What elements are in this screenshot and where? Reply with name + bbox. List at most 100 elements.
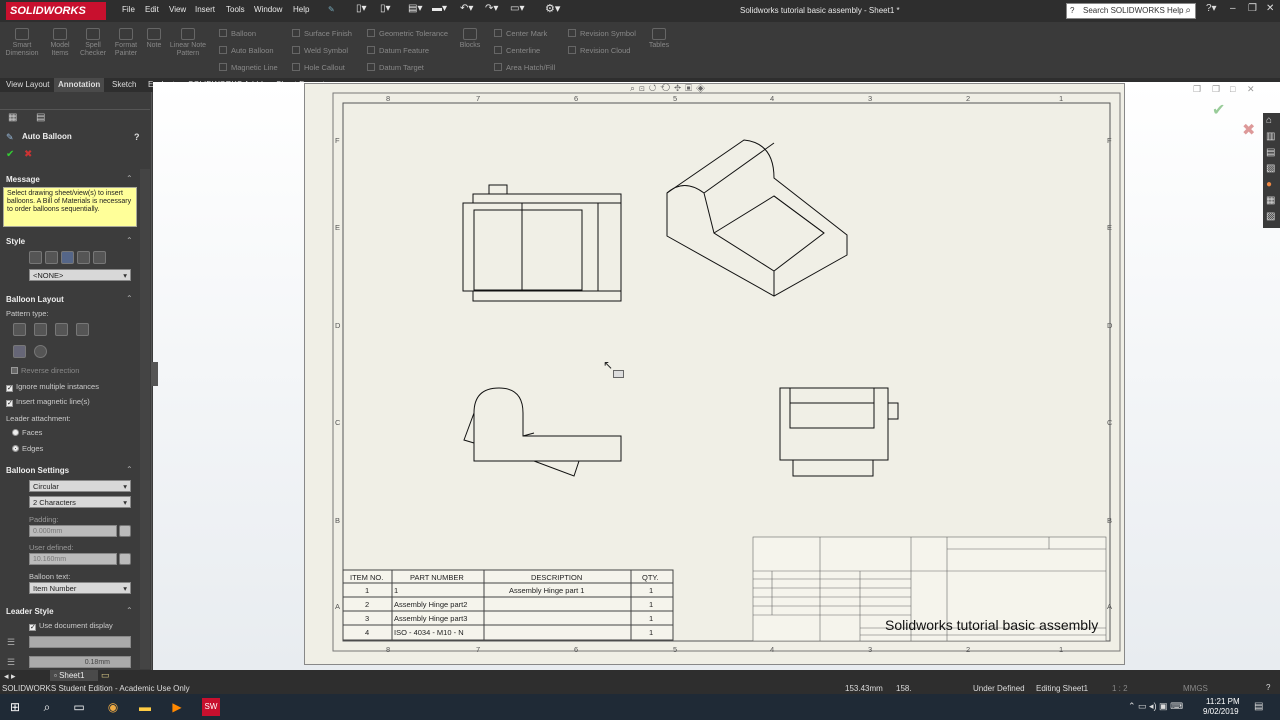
appearances-icon[interactable]: ● — [1266, 179, 1272, 190]
style-select[interactable]: <NONE> — [29, 269, 131, 282]
magnetic-line-button[interactable]: Magnetic Line — [219, 63, 278, 72]
zoom-area-icon[interactable]: ⊡ — [639, 83, 649, 93]
menu-window[interactable]: Window — [254, 5, 282, 14]
menu-help[interactable]: Help — [293, 5, 309, 14]
center-mark-button[interactable]: Center Mark — [494, 29, 547, 38]
ok-check-icon[interactable]: ✔ — [6, 149, 14, 160]
update-style-icon[interactable] — [61, 251, 74, 264]
notifications-icon[interactable]: ▤ — [1254, 701, 1263, 712]
apply-style-icon[interactable] — [29, 251, 42, 264]
collapse-chevron-icon[interactable]: ⌃ — [126, 606, 133, 615]
tab-view-layout[interactable]: View Layout — [2, 78, 53, 92]
bom-table[interactable]: ITEM NO. PART NUMBER DESCRIPTION QTY. 1 … — [342, 569, 674, 641]
panel-collapse-handle[interactable] — [152, 362, 158, 386]
surface-finish-button[interactable]: Surface Finish — [292, 29, 352, 38]
design-library-icon[interactable]: ▤ — [1266, 147, 1275, 158]
menu-edit[interactable]: Edit — [145, 5, 159, 14]
user-defined-input[interactable]: 10.160mm — [29, 553, 117, 565]
top-view[interactable] — [779, 387, 899, 477]
spell-checker-button[interactable]: Spell Checker — [78, 28, 108, 58]
hide-show-icon[interactable]: ◈ — [696, 83, 709, 93]
media-player-icon[interactable]: ▶ — [168, 698, 186, 716]
close-doc-icon[interactable]: ✕ — [1247, 84, 1255, 95]
pm-scrollbar[interactable] — [140, 169, 150, 669]
area-hatch-button[interactable]: Area Hatch/Fill — [494, 63, 555, 72]
datum-target-button[interactable]: Datum Target — [367, 63, 424, 72]
display-style-icon[interactable]: ▣ — [685, 83, 696, 93]
heads-up-toolbar[interactable]: ⌕⊡↺⟲✥▣◈ — [630, 83, 780, 94]
confirm-corner-cancel-icon[interactable]: ✖ — [1242, 120, 1255, 140]
menu-tools[interactable]: Tools — [226, 5, 245, 14]
add-sheet-icon[interactable]: ▭ — [101, 670, 110, 681]
minimize-icon[interactable]: – — [1230, 3, 1236, 14]
maximize-icon[interactable]: ❐ — [1248, 3, 1257, 14]
use-document-display-checkbox[interactable]: ✓ Use document display — [29, 621, 113, 631]
weld-symbol-button[interactable]: Weld Symbol — [292, 46, 348, 55]
redo-icon[interactable]: ↷▾ — [485, 3, 498, 14]
sheet-nav-icon[interactable]: ◂ ▸ — [4, 671, 16, 682]
model-items-button[interactable]: Model Items — [44, 28, 76, 58]
pin-icon[interactable]: ✎ — [328, 5, 335, 14]
user-defined-spinner-icon[interactable] — [119, 553, 131, 565]
rotate-icon[interactable]: ⟲ — [660, 83, 674, 93]
zoom-to-fit-icon[interactable]: ⌕ — [630, 83, 639, 93]
centerline-button[interactable]: Centerline — [494, 46, 540, 55]
pan-icon[interactable]: ✥ — [674, 83, 685, 93]
undo-icon[interactable]: ↶▾ — [460, 3, 473, 14]
layout-right-icon[interactable] — [76, 323, 89, 336]
search-icon[interactable]: ⌕ — [1185, 4, 1191, 18]
search-help-input[interactable]: ? Search SOLIDWORKS Help ⌕ — [1066, 3, 1196, 19]
property-manager-icon[interactable]: ▤ — [36, 112, 45, 123]
view-palette-icon[interactable]: ▨ — [1266, 211, 1275, 222]
previous-view-icon[interactable]: ↺ — [649, 83, 661, 93]
confirm-corner-check-icon[interactable]: ✔ — [1212, 100, 1225, 120]
maximize-doc-icon[interactable]: □ — [1230, 84, 1235, 94]
note-button[interactable]: Note — [144, 28, 164, 50]
collapse-chevron-icon[interactable]: ⌃ — [126, 294, 133, 303]
menu-insert[interactable]: Insert — [195, 5, 215, 14]
restore-doc-icon[interactable]: ❐ — [1193, 84, 1201, 95]
front-view[interactable] — [462, 184, 622, 302]
cancel-x-icon[interactable]: ✖ — [24, 149, 32, 160]
side-view[interactable] — [463, 387, 622, 477]
linear-note-pattern-button[interactable]: Linear Note Pattern — [166, 28, 210, 58]
help-menu-icon[interactable]: ?▾ — [1206, 3, 1217, 14]
unit-system[interactable]: MMGS — [1183, 684, 1208, 693]
balloon-text-select[interactable]: Item Number — [29, 582, 131, 595]
resources-icon[interactable]: ▥ — [1266, 131, 1275, 142]
delete-style-icon[interactable] — [77, 251, 90, 264]
padding-spinner-icon[interactable] — [119, 525, 131, 537]
home-icon[interactable]: ⌂ — [1266, 115, 1272, 126]
open-icon[interactable]: ▯▾ — [380, 3, 391, 14]
feature-manager-icon[interactable]: ▦ — [8, 112, 17, 123]
tab-sketch[interactable]: Sketch — [108, 78, 140, 92]
balloon-button[interactable]: Balloon — [219, 29, 256, 38]
layout-top-icon[interactable] — [34, 323, 47, 336]
tile-doc-icon[interactable]: ❐ — [1212, 84, 1220, 95]
collapse-chevron-icon[interactable]: ⌃ — [126, 465, 133, 474]
options-gear-icon[interactable]: ⚙▾ — [545, 2, 560, 15]
format-painter-button[interactable]: Format Painter — [110, 28, 142, 58]
balloon-shape-select[interactable]: Circular — [29, 480, 131, 493]
add-style-icon[interactable] — [45, 251, 58, 264]
revision-cloud-button[interactable]: Revision Cloud — [568, 46, 630, 55]
file-explorer-icon[interactable]: ▬ — [136, 698, 154, 716]
menu-file[interactable]: File — [122, 5, 135, 14]
help-icon[interactable]: ? — [134, 132, 140, 142]
balloon-size-select[interactable]: 2 Characters — [29, 496, 131, 509]
magnetic-lines-checkbox[interactable]: ✓ Insert magnetic line(s) — [6, 397, 90, 407]
help-status-icon[interactable]: ? — [1266, 683, 1270, 692]
select-icon[interactable]: ▭▾ — [510, 3, 524, 14]
geometric-tolerance-button[interactable]: Geometric Tolerance — [367, 29, 448, 38]
datum-feature-button[interactable]: Datum Feature — [367, 46, 429, 55]
task-view-icon[interactable]: ▭ — [70, 698, 88, 716]
ignore-multiple-checkbox[interactable]: ✓ Ignore multiple instances — [6, 382, 99, 392]
save-icon[interactable]: ▤▾ — [408, 3, 422, 14]
search-icon[interactable]: ⌕ — [38, 698, 56, 716]
sheet-tab[interactable]: ▫ Sheet1 — [50, 670, 98, 681]
layout-bottom-icon[interactable] — [13, 345, 26, 358]
layout-circular-icon[interactable] — [34, 345, 47, 358]
new-document-icon[interactable]: ▯▾ — [356, 3, 367, 14]
collapse-chevron-icon[interactable]: ⌃ — [126, 236, 133, 245]
layout-left-icon[interactable] — [55, 323, 68, 336]
